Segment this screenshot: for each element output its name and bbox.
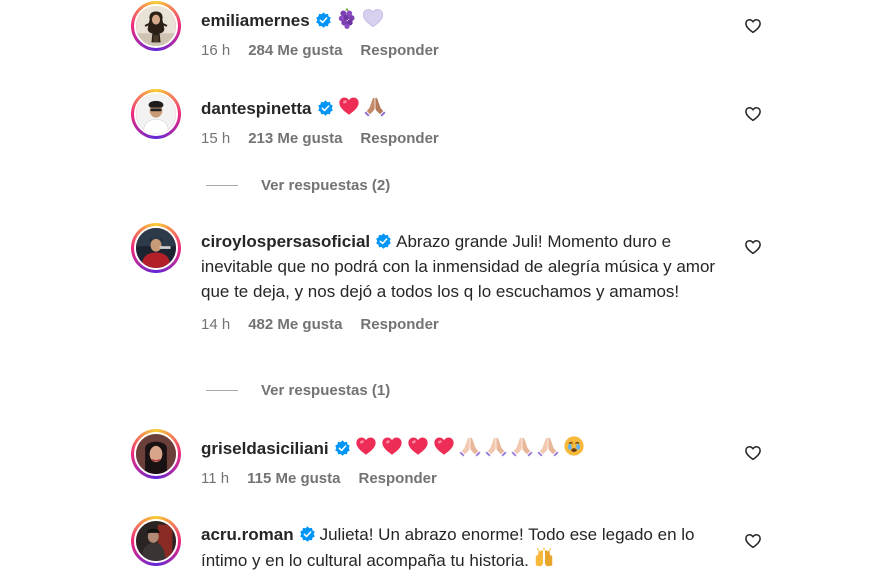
verified-badge-icon: [334, 440, 351, 457]
username[interactable]: ciroylospersasoficial: [201, 232, 370, 251]
avatar[interactable]: [131, 429, 181, 479]
comment-likes[interactable]: 482 Me gusta: [248, 316, 342, 333]
like-heart-icon[interactable]: [744, 444, 762, 462]
avatar[interactable]: [131, 223, 181, 273]
verified-badge-icon: [375, 233, 392, 250]
red-heart-emoji-icon: [355, 435, 377, 457]
avatar[interactable]: [131, 89, 181, 139]
avatar-image: [136, 228, 176, 268]
comment-time[interactable]: 14 h: [201, 316, 230, 333]
comment-time[interactable]: 16 h: [201, 42, 230, 59]
reply-button[interactable]: Responder: [360, 316, 438, 333]
avatar[interactable]: [131, 516, 181, 566]
folded-hands-emoji-icon: [537, 435, 559, 457]
view-replies-label: Ver respuestas (2): [261, 177, 391, 194]
verified-badge-icon: [299, 526, 316, 543]
like-heart-icon[interactable]: [744, 17, 762, 35]
username[interactable]: emiliamernes: [201, 11, 310, 30]
avatar-image: [136, 434, 176, 474]
comment-time[interactable]: 11 h: [201, 470, 229, 487]
folded-hands-emoji-icon: [485, 435, 507, 457]
folded-hands-emoji-icon: [511, 435, 533, 457]
red-heart-emoji-icon: [433, 435, 455, 457]
avatar-image: [136, 6, 176, 46]
like-heart-icon[interactable]: [744, 238, 762, 256]
red-heart-emoji-icon: [338, 95, 360, 117]
folded-hands-emoji-icon: [459, 435, 481, 457]
username[interactable]: griseldasiciliani: [201, 439, 329, 458]
replies-divider: [206, 390, 238, 391]
like-heart-icon[interactable]: [744, 105, 762, 123]
avatar-image: [136, 94, 176, 134]
username[interactable]: acru.roman: [201, 525, 294, 544]
white-heart-emoji-icon: [362, 7, 384, 29]
avatar[interactable]: [131, 1, 181, 51]
comment-likes[interactable]: 284 Me gusta: [248, 42, 342, 59]
like-heart-icon[interactable]: [744, 532, 762, 550]
red-heart-emoji-icon: [407, 435, 429, 457]
raised-hands-emoji-icon: [533, 547, 555, 569]
red-heart-emoji-icon: [381, 435, 403, 457]
username[interactable]: dantespinetta: [201, 99, 312, 118]
crying-face-emoji-icon: [563, 435, 585, 457]
grapes-emoji-icon: [336, 7, 358, 29]
view-replies-button[interactable]: Ver respuestas (2): [206, 177, 390, 194]
avatar-image: [136, 521, 176, 561]
verified-badge-icon: [317, 100, 334, 117]
view-replies-label: Ver respuestas (1): [261, 382, 391, 399]
reply-button[interactable]: Responder: [358, 470, 436, 487]
reply-button[interactable]: Responder: [360, 130, 438, 147]
comment-likes[interactable]: 115 Me gusta: [247, 470, 340, 487]
reply-button[interactable]: Responder: [360, 42, 438, 59]
comment-time[interactable]: 15 h: [201, 130, 230, 147]
verified-badge-icon: [315, 12, 332, 29]
replies-divider: [206, 185, 238, 186]
view-replies-button[interactable]: Ver respuestas (1): [206, 382, 390, 399]
comment-likes[interactable]: 213 Me gusta: [248, 130, 342, 147]
folded-hands-emoji-icon: [364, 95, 386, 117]
